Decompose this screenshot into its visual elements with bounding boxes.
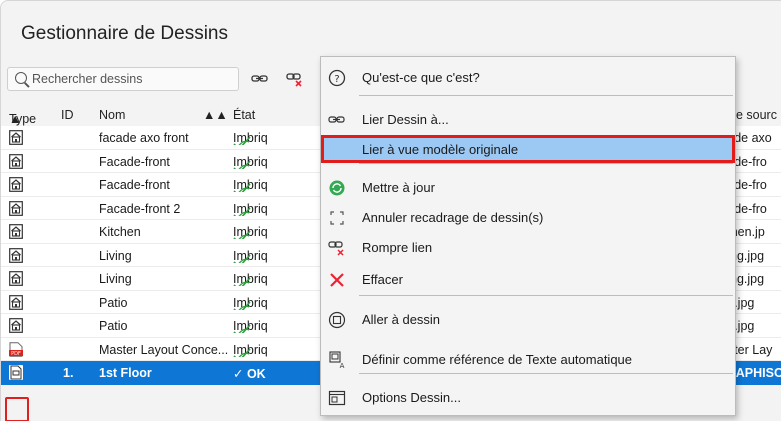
annotation-highlight-box: [5, 397, 29, 421]
uncrop-icon: [328, 209, 346, 227]
svg-text:PDF: PDF: [11, 351, 21, 357]
row-state: Imbriq: [233, 272, 323, 286]
menu-item-label: Aller à dessin: [362, 312, 441, 327]
menu-item-label: Lier Dessin à...: [362, 112, 449, 127]
menu-item-3[interactable]: Lier à vue modèle originale: [321, 135, 735, 163]
drawing-house-icon: [9, 224, 23, 239]
row-state: Imbriq: [233, 202, 323, 216]
menu-item-label: Lier à vue modèle originale: [362, 142, 519, 157]
row-state: Imbriq: [233, 296, 323, 310]
embedded-status-icon: [233, 206, 251, 216]
sort-asc-icon: ▲: [9, 112, 22, 126]
row-name: Master Layout Conce...: [99, 342, 229, 357]
row-name: Facade-front: [99, 178, 170, 192]
search-input[interactable]: [32, 70, 232, 88]
delete-x-icon: [328, 271, 346, 289]
row-state: Imbriq: [233, 155, 323, 169]
svg-text:A: A: [340, 362, 345, 369]
help-icon: ?: [328, 69, 346, 87]
search-icon: [15, 72, 27, 84]
drawing-house-icon: [9, 247, 23, 263]
menu-item-10[interactable]: Options Dessin...: [321, 383, 735, 411]
menu-item-6[interactable]: Rompre lien: [321, 233, 735, 261]
drawing-house-icon: [9, 177, 23, 192]
menu-item-label: Annuler recadrage de dessin(s): [362, 210, 544, 225]
link-drawing-icon: [328, 111, 346, 129]
row-state: Imbriq: [233, 319, 323, 333]
row-name: Kitchen: [99, 225, 141, 239]
row-name: Facade-front 2: [99, 201, 181, 216]
row-name: Facade-front: [99, 154, 170, 169]
autotext-reference-icon: A: [328, 351, 346, 370]
goto-drawing-icon: [328, 311, 346, 329]
menu-item-4[interactable]: Mettre à jour: [321, 173, 735, 201]
row-state: Imbriq: [233, 225, 323, 239]
drawing-house-icon: [9, 271, 23, 286]
search-box[interactable]: [7, 67, 239, 91]
drawing-house-icon: [9, 294, 23, 310]
menu-item-label: Options Dessin...: [362, 390, 461, 405]
drawing-file-icon: [9, 365, 23, 380]
row-name: Patio: [99, 319, 128, 333]
row-state: Imbriq: [233, 131, 323, 145]
menu-separator: [359, 163, 733, 164]
break-link-icon: [328, 239, 346, 257]
menu-separator: [359, 295, 733, 296]
row-state: Imbriq: [233, 249, 323, 263]
context-menu: ? Qu'est-ce que c'est? Lier Dessin à... Lie…: [320, 56, 736, 416]
row-state: Imbriq: [233, 343, 323, 357]
embedded-status-icon: [233, 324, 251, 333]
menu-item-2[interactable]: Lier Dessin à...: [321, 105, 735, 133]
menu-item-1[interactable]: ? Qu'est-ce que c'est?: [321, 63, 735, 91]
menu-item-label: Mettre à jour: [362, 180, 435, 195]
menu-item-label: Définir comme référence de Texte automat…: [362, 352, 633, 367]
embedded-status-icon: [233, 300, 251, 310]
break-link-icon[interactable]: [286, 71, 304, 87]
refresh-icon: [328, 179, 346, 197]
embedded-status-icon: [233, 136, 251, 145]
row-id: 1.: [63, 366, 74, 380]
menu-item-5[interactable]: Annuler recadrage de dessin(s): [321, 203, 735, 231]
menu-separator: [359, 95, 733, 96]
menu-item-label: Qu'est-ce que c'est?: [362, 70, 480, 85]
column-source[interactable]: ue sourc: [729, 108, 777, 122]
row-name: Living: [99, 248, 132, 263]
menu-item-7[interactable]: Effacer: [321, 265, 735, 293]
row-name: 1st Floor: [99, 366, 152, 380]
embedded-status-icon: [233, 277, 251, 286]
menu-item-label: Effacer: [362, 272, 403, 287]
drawing-house-icon: [9, 153, 23, 169]
column-id[interactable]: ID: [61, 108, 74, 122]
row-name: Patio: [99, 295, 128, 310]
embedded-status-icon: [233, 159, 251, 169]
svg-text:?: ?: [334, 74, 339, 85]
embedded-status-icon: [233, 230, 251, 239]
embedded-status-icon: [233, 183, 251, 192]
drawing-house-icon: [9, 200, 23, 216]
link-drawing-icon[interactable]: [251, 71, 269, 87]
embedded-status-icon: [233, 253, 251, 263]
row-name: facade axo front: [99, 131, 189, 145]
row-state: Imbriq: [233, 178, 323, 192]
column-name[interactable]: Nom: [99, 108, 125, 122]
row-state: ✓ OK: [233, 367, 266, 381]
drawing-house-icon: [9, 318, 23, 333]
menu-item-label: Rompre lien: [362, 240, 433, 255]
row-name: Living: [99, 272, 132, 286]
menu-separator: [359, 373, 733, 374]
menu-item-9[interactable]: A Définir comme référence de Texte automa…: [321, 345, 735, 373]
drawing-options-icon: [328, 389, 346, 407]
embedded-status-icon: [233, 347, 251, 357]
window-title: Gestionnaire de Dessins: [21, 23, 228, 44]
menu-item-8[interactable]: Aller à dessin: [321, 305, 735, 333]
pdf-icon: PDF: [9, 341, 23, 357]
sort-double-icon: ▲▲: [203, 108, 228, 122]
drawing-house-icon: [9, 130, 23, 145]
column-state[interactable]: État: [233, 108, 255, 122]
